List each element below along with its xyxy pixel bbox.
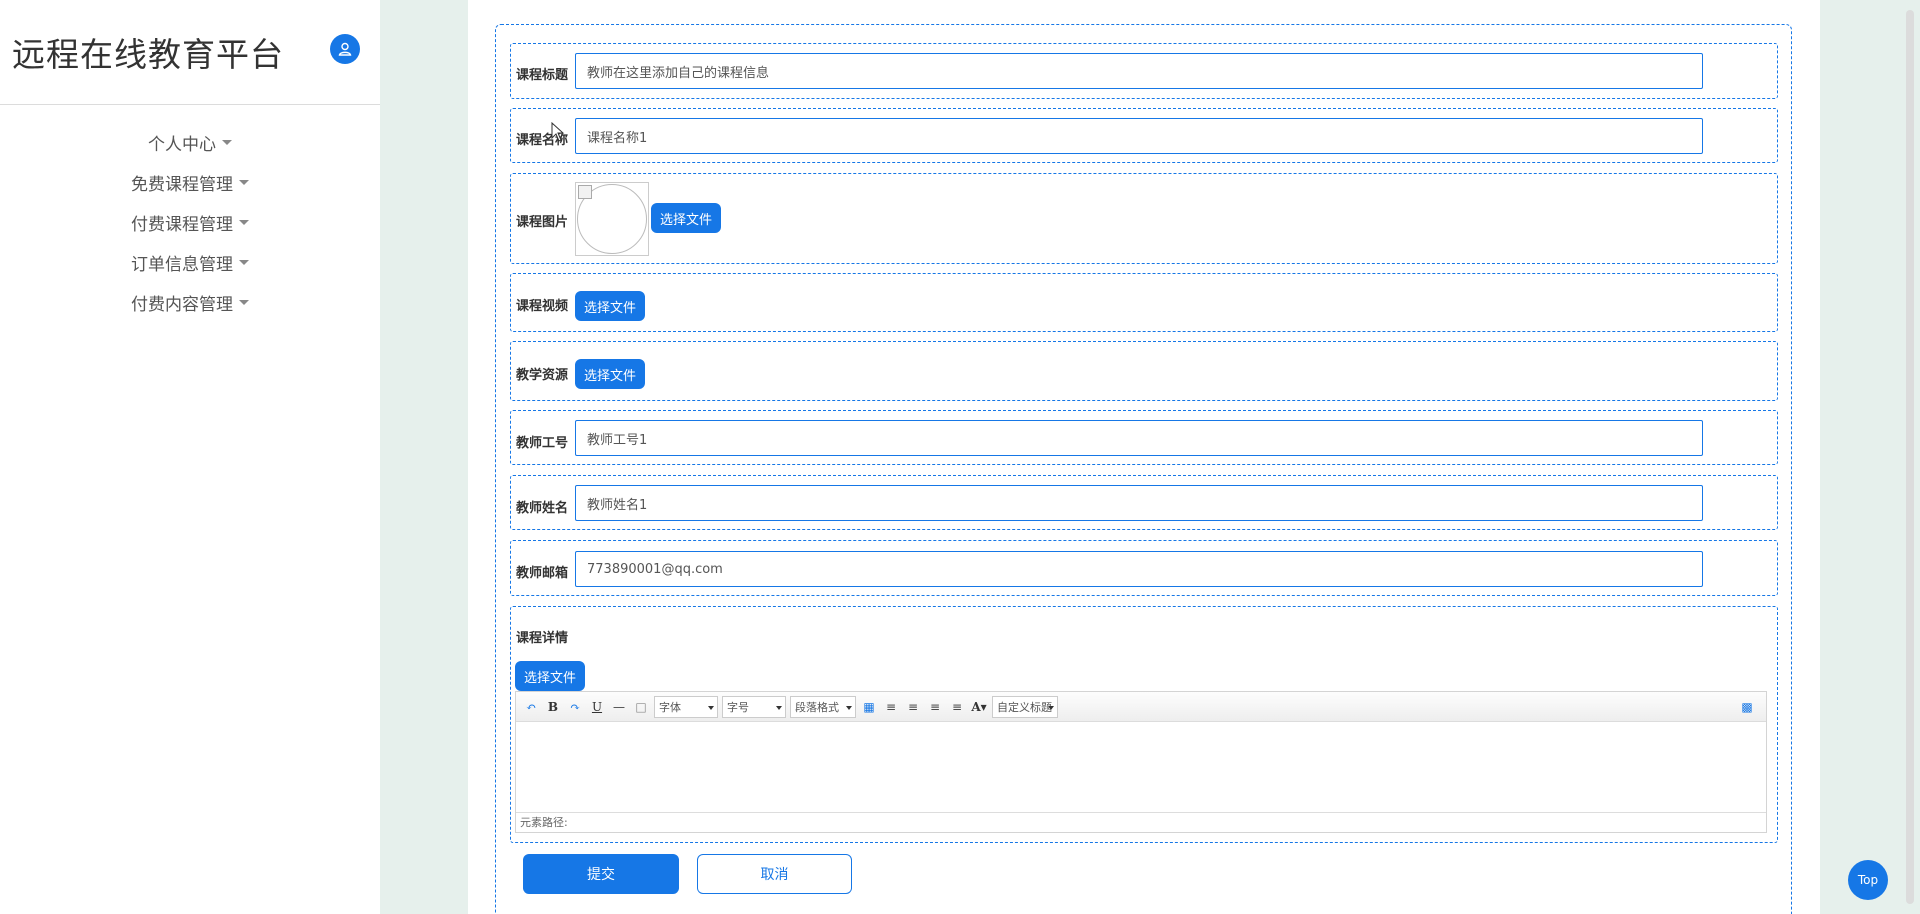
font-color-icon[interactable]: A▾: [970, 698, 988, 716]
sidebar: 远程在线教育平台 个人中心 免费课程管理 付费课程管理 订单信息管理 付费内容管…: [0, 0, 380, 914]
course-video-label: 课程视频: [516, 299, 569, 314]
sidebar-item-label: 付费内容管理: [131, 294, 233, 315]
user-icon: [338, 42, 352, 56]
app-title: 远程在线教育平台: [12, 35, 284, 74]
user-avatar[interactable]: [330, 34, 360, 64]
bold-icon[interactable]: B: [544, 698, 562, 716]
redo-icon[interactable]: ↷: [566, 698, 584, 716]
underline-icon[interactable]: U: [588, 698, 606, 716]
form-row-teacher-id: 教师工号: [510, 410, 1778, 465]
teaching-resource-choose-file-button[interactable]: 选择文件: [575, 359, 646, 389]
form-row-course-detail: 课程详情 选择文件 ↶ B ↷ U — □ 字体 字号 段落格式 ▦ ≡ ≡ ≡…: [510, 606, 1778, 843]
font-size-select[interactable]: 字号: [722, 695, 786, 718]
teaching-resource-label: 教学资源: [516, 368, 569, 383]
teacher-id-input[interactable]: [575, 420, 1703, 456]
course-title-input[interactable]: [575, 53, 1703, 89]
font-family-select[interactable]: 字体: [654, 695, 718, 718]
course-detail-choose-file-button[interactable]: 选择文件: [515, 661, 586, 691]
custom-title-select[interactable]: 自定义标题: [992, 695, 1058, 718]
paste-text-icon[interactable]: □: [632, 698, 650, 716]
sidebar-item-label: 免费课程管理: [131, 174, 233, 195]
editor-content-area[interactable]: [516, 723, 1766, 812]
mouse-cursor-icon: [551, 122, 565, 142]
sidebar-item-personal-center[interactable]: 个人中心: [0, 122, 380, 162]
teacher-id-label: 教师工号: [516, 436, 569, 451]
dropdown-arrow-icon: [708, 705, 714, 710]
page-scrollbar[interactable]: [1906, 10, 1914, 904]
fullscreen-icon[interactable]: ▩: [1738, 698, 1756, 716]
sidebar-item-label: 个人中心: [148, 134, 216, 155]
course-title-label: 课程标题: [516, 68, 569, 83]
dropdown-arrow-icon: [846, 705, 852, 710]
chevron-down-icon: [239, 219, 249, 225]
rich-text-editor: ↶ B ↷ U — □ 字体 字号 段落格式 ▦ ≡ ≡ ≡ ≡ A▾ 自定义标…: [515, 691, 1767, 833]
form-row-course-title: 课程标题: [510, 43, 1778, 99]
cancel-button[interactable]: 取消: [697, 854, 852, 894]
chevron-down-icon: [239, 179, 249, 185]
font-size-value: 字号: [727, 700, 749, 714]
teacher-name-label: 教师姓名: [516, 501, 569, 516]
sidebar-item-paid-courses[interactable]: 付费课程管理: [0, 202, 380, 242]
editor-element-path: 元素路径:: [516, 812, 1766, 832]
course-name-input[interactable]: [575, 118, 1703, 154]
undo-icon[interactable]: ↶: [522, 698, 540, 716]
custom-title-value: 自定义标题: [997, 700, 1052, 714]
form-row-course-image: 课程图片 选择文件: [510, 173, 1778, 264]
sidebar-item-paid-content[interactable]: 付费内容管理: [0, 282, 380, 322]
align-center-icon[interactable]: ≡: [926, 698, 944, 716]
chevron-down-icon: [239, 299, 249, 305]
back-to-top-button[interactable]: Top: [1848, 860, 1888, 900]
course-detail-label: 课程详情: [516, 631, 569, 646]
table-icon[interactable]: ▦: [860, 698, 878, 716]
chevron-down-icon: [222, 139, 232, 145]
form-row-course-video: 课程视频 选择文件: [510, 273, 1778, 332]
align-right-icon[interactable]: ≡: [904, 698, 922, 716]
chevron-down-icon: [239, 259, 249, 265]
editor-toolbar: ↶ B ↷ U — □ 字体 字号 段落格式 ▦ ≡ ≡ ≡ ≡ A▾ 自定义标…: [516, 692, 1766, 722]
form-row-teacher-name: 教师姓名: [510, 475, 1778, 530]
align-left-icon[interactable]: ≡: [882, 698, 900, 716]
horizontal-rule-icon[interactable]: —: [610, 698, 628, 716]
sidebar-item-label: 订单信息管理: [131, 254, 233, 275]
course-image-label: 课程图片: [516, 215, 569, 230]
dropdown-arrow-icon: [776, 705, 782, 710]
sidebar-menu: 个人中心 免费课程管理 付费课程管理 订单信息管理 付费内容管理: [0, 122, 380, 322]
submit-button[interactable]: 提交: [523, 854, 679, 894]
paragraph-format-value: 段落格式: [795, 700, 839, 714]
form-row-teaching-resource: 教学资源 选择文件: [510, 341, 1778, 401]
course-image-preview: [575, 182, 649, 256]
paragraph-format-select[interactable]: 段落格式: [790, 695, 856, 718]
course-video-choose-file-button[interactable]: 选择文件: [575, 291, 646, 321]
broken-image-icon: [578, 185, 592, 199]
teacher-email-label: 教师邮箱: [516, 566, 569, 581]
sidebar-item-free-courses[interactable]: 免费课程管理: [0, 162, 380, 202]
sidebar-item-orders[interactable]: 订单信息管理: [0, 242, 380, 282]
sidebar-divider: [0, 104, 380, 105]
sidebar-item-label: 付费课程管理: [131, 214, 233, 235]
dropdown-arrow-icon: [1048, 705, 1054, 710]
form-row-teacher-email: 教师邮箱: [510, 540, 1778, 596]
form-row-course-name: 课程名称: [510, 108, 1778, 163]
course-image-choose-file-button[interactable]: 选择文件: [651, 203, 722, 233]
teacher-name-input[interactable]: [575, 485, 1703, 521]
teacher-email-input[interactable]: [575, 551, 1703, 587]
align-justify-icon[interactable]: ≡: [948, 698, 966, 716]
font-family-value: 字体: [659, 700, 681, 714]
